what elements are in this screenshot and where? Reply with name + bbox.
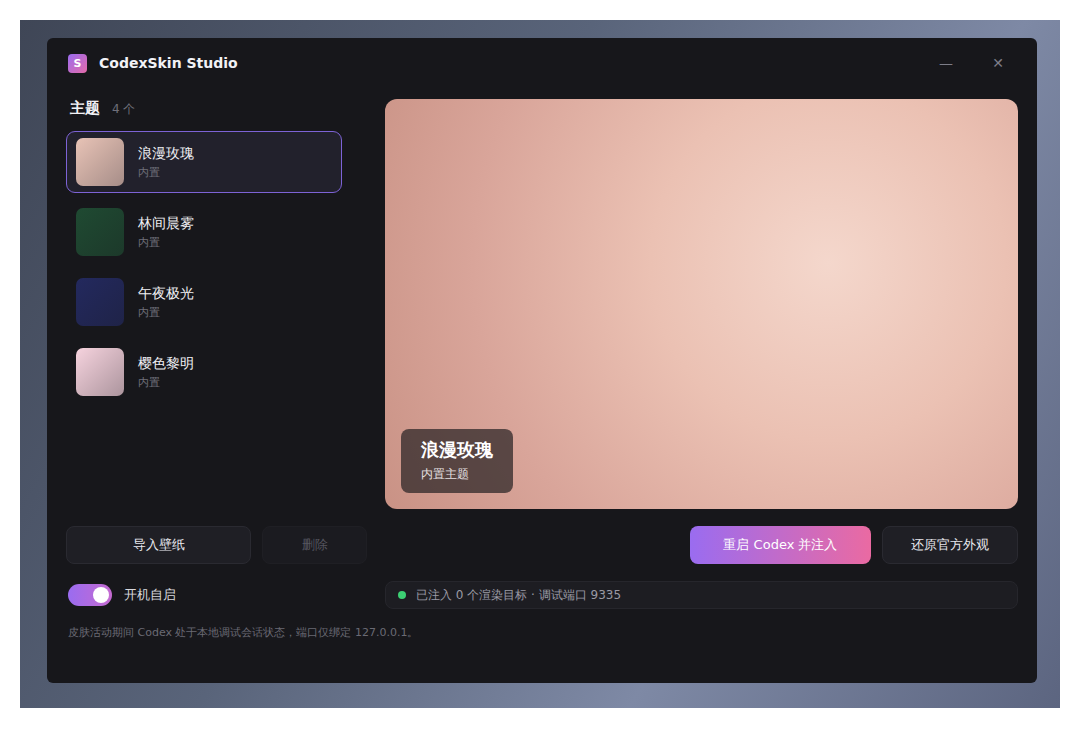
- autostart-toggle[interactable]: [68, 584, 112, 606]
- logo-icon: S: [68, 54, 87, 73]
- close-button[interactable]: ✕: [978, 55, 1018, 71]
- restart-inject-button[interactable]: 重启 Codex 并注入: [690, 526, 871, 564]
- autostart-label: 开机自启: [124, 586, 176, 604]
- theme-name: 林间晨雾: [138, 215, 194, 233]
- theme-preview: 浪漫玫瑰 内置主题: [385, 99, 1018, 509]
- theme-source: 内置: [138, 375, 194, 390]
- desktop-wallpaper: S CodexSkin Studio — ✕ 主题 4 个 浪漫玫瑰 内置 林间…: [20, 20, 1060, 708]
- toggle-knob: [93, 587, 109, 603]
- theme-item[interactable]: 浪漫玫瑰 内置: [66, 131, 342, 193]
- theme-item[interactable]: 林间晨雾 内置: [66, 201, 342, 263]
- theme-thumbnail: [76, 138, 124, 186]
- restore-button[interactable]: 还原官方外观: [882, 526, 1018, 564]
- theme-thumbnail: [76, 208, 124, 256]
- theme-source: 内置: [138, 165, 194, 180]
- theme-count: 4 个: [112, 101, 135, 118]
- theme-list: 浪漫玫瑰 内置 林间晨雾 内置 午夜极光 内置 樱色黎明 内置: [66, 131, 342, 403]
- preview-name: 浪漫玫瑰: [421, 438, 493, 462]
- status-bar: 已注入 0 个渲染目标 · 调试端口 9335: [385, 581, 1018, 609]
- theme-name: 午夜极光: [138, 285, 194, 303]
- import-wallpaper-button[interactable]: 导入壁纸: [66, 526, 251, 564]
- theme-source: 内置: [138, 235, 194, 250]
- theme-item[interactable]: 樱色黎明 内置: [66, 341, 342, 403]
- theme-name: 樱色黎明: [138, 355, 194, 373]
- window-title: CodexSkin Studio: [99, 55, 238, 71]
- status-text: 已注入 0 个渲染目标 · 调试端口 9335: [416, 587, 621, 604]
- app-window: S CodexSkin Studio — ✕ 主题 4 个 浪漫玫瑰 内置 林间…: [47, 38, 1037, 683]
- autostart-setting: 开机自启: [66, 581, 367, 609]
- theme-item[interactable]: 午夜极光 内置: [66, 271, 342, 333]
- status-dot-icon: [398, 591, 406, 599]
- theme-thumbnail: [76, 278, 124, 326]
- preview-caption: 浪漫玫瑰 内置主题: [401, 429, 513, 493]
- footer-note: 皮肤活动期间 Codex 处于本地调试会话状态，端口仅绑定 127.0.0.1。: [66, 625, 1018, 640]
- theme-name: 浪漫玫瑰: [138, 145, 194, 163]
- delete-button[interactable]: 删除: [262, 526, 367, 564]
- theme-panel: 主题 4 个 浪漫玫瑰 内置 林间晨雾 内置 午夜极光 内置 樱色黎明 内置: [66, 99, 367, 509]
- title-bar: S CodexSkin Studio — ✕: [66, 38, 1018, 88]
- minimize-button[interactable]: —: [926, 55, 966, 71]
- theme-source: 内置: [138, 305, 194, 320]
- theme-header: 主题 4 个: [66, 99, 367, 121]
- preview-subtitle: 内置主题: [421, 466, 493, 483]
- theme-thumbnail: [76, 348, 124, 396]
- theme-title: 主题: [70, 99, 100, 118]
